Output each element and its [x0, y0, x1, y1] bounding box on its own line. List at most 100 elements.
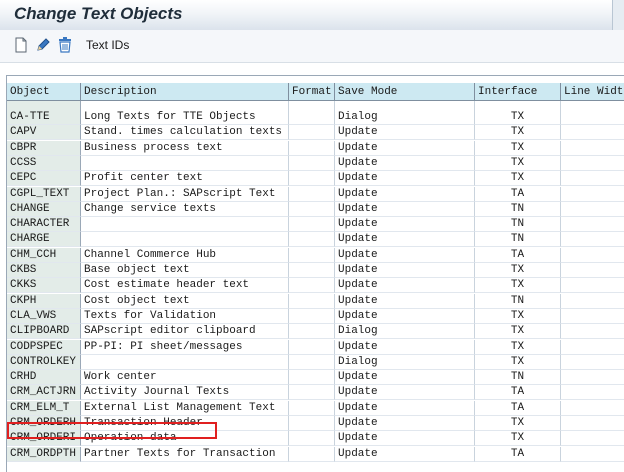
cell-save-mode[interactable]: Update — [335, 171, 475, 187]
text-ids-button[interactable]: Text IDs — [86, 38, 129, 52]
cell-object[interactable]: CRM_ELM_T — [7, 400, 81, 416]
cell-description[interactable]: Base object text — [81, 263, 289, 278]
cell-line-width[interactable] — [561, 294, 624, 309]
cell-format[interactable] — [289, 232, 335, 248]
cell-line-width[interactable] — [561, 355, 624, 370]
cell-object[interactable]: CGPL_TEXT — [7, 186, 81, 202]
cell-format[interactable] — [289, 339, 335, 355]
table-row[interactable]: CKPH Cost object text Update TN — [7, 293, 624, 309]
cell-object[interactable]: CKKS — [7, 278, 81, 294]
cell-object[interactable]: CRM_ORDPTH — [7, 446, 81, 462]
cell-format[interactable] — [289, 400, 335, 416]
table-row[interactable]: CODPSPEC PP-PI: PI sheet/messages Update TX — [7, 339, 624, 355]
cell-line-width[interactable] — [561, 324, 624, 340]
cell-interface[interactable]: TX — [475, 278, 561, 294]
cell-format[interactable] — [289, 140, 335, 156]
cell-object[interactable]: CKPH — [7, 293, 81, 309]
cell-description[interactable]: Channel Commerce Hub — [81, 247, 289, 263]
table-row[interactable]: CKBS Base object text Update TX — [7, 263, 624, 278]
cell-save-mode[interactable]: Dialog — [335, 354, 475, 370]
cell-description[interactable]: PP-PI: PI sheet/messages — [81, 339, 289, 355]
cell-format[interactable] — [289, 171, 335, 187]
cell-format[interactable] — [289, 431, 335, 447]
column-header-interface[interactable]: Interface — [475, 83, 561, 101]
cell-line-width[interactable] — [561, 416, 624, 431]
table-row[interactable]: CHANGE Change service texts Update TN — [7, 201, 624, 217]
column-header-save-mode[interactable]: Save Mode — [335, 83, 475, 101]
cell-object[interactable]: CCSS — [7, 155, 81, 171]
cell-interface[interactable]: TN — [475, 232, 561, 248]
cell-save-mode[interactable]: Update — [335, 232, 475, 248]
cell-object[interactable]: CBPR — [7, 140, 81, 156]
cell-format[interactable] — [289, 217, 335, 233]
column-header-line-width[interactable]: Line Widt — [561, 83, 624, 101]
table-row[interactable]: CLIPBOARD SAPscript editor clipboard Dialo… — [7, 324, 624, 340]
cell-description[interactable]: Texts for Validation — [81, 308, 289, 324]
cell-object[interactable]: CHANGE — [7, 201, 81, 217]
table-row[interactable]: CHARGE Update TN — [7, 232, 624, 248]
cell-format[interactable] — [289, 446, 335, 462]
cell-description[interactable] — [81, 232, 289, 248]
cell-interface[interactable]: TX — [475, 416, 561, 431]
cell-object[interactable]: CEPC — [7, 171, 81, 187]
cell-description[interactable]: Cost estimate header text — [81, 278, 289, 294]
table-row[interactable]: CRM_ELM_T External List Management Text Up… — [7, 400, 624, 416]
cell-object[interactable]: CA-TTE — [7, 110, 81, 125]
cell-description[interactable] — [81, 155, 289, 171]
cell-object[interactable]: CLIPBOARD — [7, 324, 81, 340]
cell-interface[interactable]: TA — [475, 400, 561, 416]
cell-interface[interactable]: TA — [475, 247, 561, 263]
cell-save-mode[interactable]: Update — [335, 431, 475, 447]
cell-format[interactable] — [289, 324, 335, 340]
cell-object[interactable]: CLA_VWS — [7, 308, 81, 324]
cell-interface[interactable]: TN — [475, 201, 561, 217]
cell-interface[interactable]: TX — [475, 263, 561, 278]
cell-line-width[interactable] — [561, 141, 624, 156]
cell-line-width[interactable] — [561, 125, 624, 141]
cell-line-width[interactable] — [561, 217, 624, 233]
cell-interface[interactable]: TX — [475, 155, 561, 171]
cell-line-width[interactable] — [561, 232, 624, 248]
cell-interface[interactable]: TX — [475, 140, 561, 156]
cell-interface[interactable]: TX — [475, 171, 561, 187]
table-row[interactable]: CGPL_TEXT Project Plan.: SAPscript Text Up… — [7, 186, 624, 202]
cell-interface[interactable]: TA — [475, 446, 561, 462]
column-header-description[interactable]: Description — [81, 83, 289, 101]
table-row[interactable]: CAPV Stand. times calculation texts Update… — [7, 125, 624, 141]
cell-description[interactable]: Project Plan.: SAPscript Text — [81, 186, 289, 202]
cell-save-mode[interactable]: Update — [335, 308, 475, 324]
cell-format[interactable] — [289, 201, 335, 217]
cell-description[interactable] — [81, 217, 289, 233]
table-row[interactable]: CHM_CCH Channel Commerce Hub Update TA — [7, 247, 624, 263]
cell-line-width[interactable] — [561, 171, 624, 187]
cell-object[interactable]: CRHD — [7, 370, 81, 386]
cell-save-mode[interactable]: Update — [335, 339, 475, 355]
cell-interface[interactable]: TN — [475, 370, 561, 386]
cell-interface[interactable]: TX — [475, 324, 561, 340]
cell-description[interactable]: Stand. times calculation texts — [81, 125, 289, 141]
cell-save-mode[interactable]: Update — [335, 140, 475, 156]
cell-format[interactable] — [289, 263, 335, 278]
cell-interface[interactable]: TX — [475, 125, 561, 141]
cell-object[interactable]: CHM_CCH — [7, 247, 81, 263]
cell-line-width[interactable] — [561, 278, 624, 294]
table-row[interactable]: CRM_ACTJRN Activity Journal Texts Update TA — [7, 385, 624, 401]
table-row[interactable]: CRHD Work center Update TN — [7, 370, 624, 386]
cell-description[interactable]: Cost object text — [81, 293, 289, 309]
column-header-object[interactable]: Object — [7, 83, 81, 101]
cell-interface[interactable]: TX — [475, 110, 561, 125]
cell-save-mode[interactable]: Update — [335, 278, 475, 294]
cell-object[interactable]: CHARGE — [7, 232, 81, 248]
cell-save-mode[interactable]: Update — [335, 125, 475, 141]
cell-interface[interactable]: TX — [475, 431, 561, 447]
cell-line-width[interactable] — [561, 401, 624, 416]
cell-description[interactable]: SAPscript editor clipboard — [81, 324, 289, 340]
cell-format[interactable] — [289, 110, 335, 125]
cell-save-mode[interactable]: Update — [335, 217, 475, 233]
edit-pencil-icon[interactable] — [34, 36, 52, 54]
table-row[interactable]: CRM_ORDPTH Partner Texts for Transaction U… — [7, 446, 624, 462]
cell-save-mode[interactable]: Update — [335, 400, 475, 416]
cell-save-mode[interactable]: Update — [335, 263, 475, 278]
cell-line-width[interactable] — [561, 370, 624, 386]
cell-object[interactable]: CRM_ACTJRN — [7, 385, 81, 401]
